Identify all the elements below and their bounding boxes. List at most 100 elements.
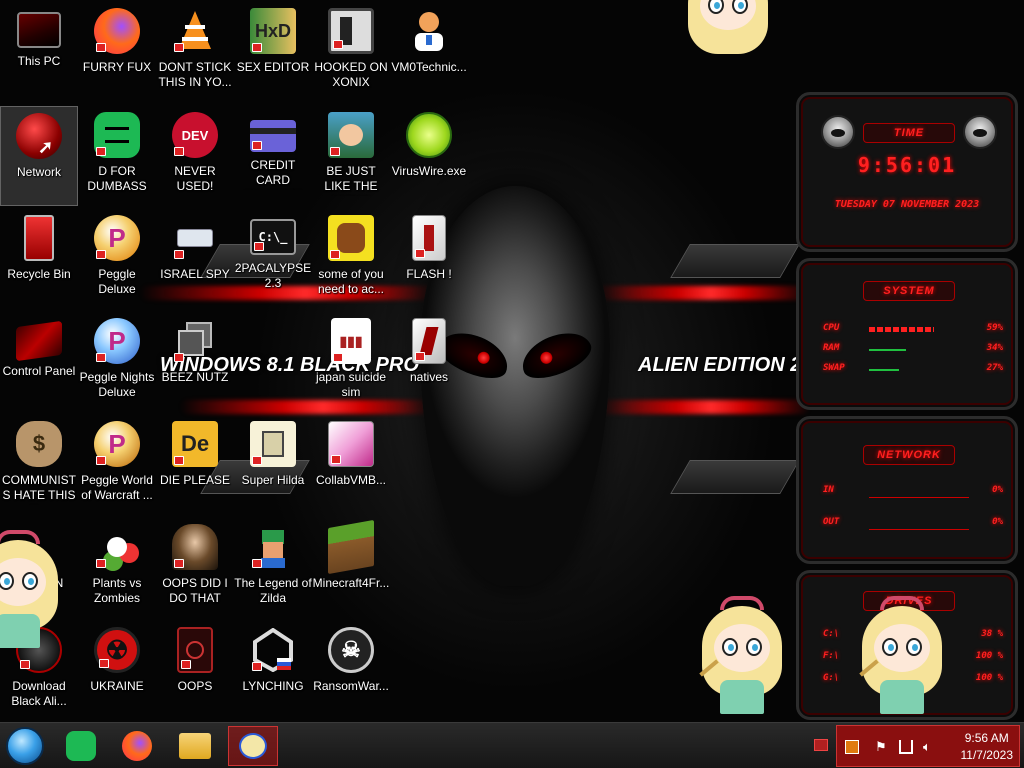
desktop-icon-some-of-you[interactable]: some of you need to ac... (312, 209, 390, 309)
desktop-icon-plants-vs-zombies[interactable]: Plants vs Zombies (78, 518, 156, 618)
desktop-icon-grid: This PC FURRY FUX DONT STICK THIS IN YO.… (0, 0, 470, 722)
desktop-icon-this-pc[interactable]: This PC (0, 2, 78, 102)
drive-c-value: 38 % (981, 629, 1003, 639)
network-gadget-title: NETWORK (863, 445, 955, 465)
desktop-icon-ransomware[interactable]: ☠ RansomWar... (312, 621, 390, 721)
network-status-icon[interactable] (899, 740, 913, 754)
desktop-icon-legend-of-zilda[interactable]: The Legend of Zilda (234, 518, 312, 618)
start-orb-icon[interactable] (6, 727, 44, 765)
desktop-icon-label: OOPS DID I DO THAT (162, 576, 228, 605)
desktop-icon-label: VirusWire.exe (391, 164, 467, 178)
peggle-icon: P (94, 215, 140, 261)
green-chat-icon (66, 731, 96, 761)
desktop-icon-control-panel[interactable]: Control Panel (0, 312, 78, 412)
desktop-icon-flash[interactable]: FLASH ! (390, 209, 468, 309)
desktop-icon-label: VM0Technic... (391, 60, 467, 74)
swap-stat-row: SWAP 27% (823, 363, 1003, 377)
desktop-icon-d-for-dumbass[interactable]: D FOR DUMBASS (78, 106, 156, 206)
monitor-icon (17, 12, 61, 48)
desktop-icon-label: Super Hilda (241, 473, 305, 487)
desktop-icon-be-just-like-the-dude[interactable]: BE JUST LIKE THE DUDE! (312, 106, 390, 206)
desktop-icon-peggle-deluxe[interactable]: P Peggle Deluxe (78, 209, 156, 309)
cpu-stat-row: CPU 59% (823, 323, 1003, 337)
desktop-icon-hooked-on-xonix[interactable]: HOOKED ON XONIX (312, 2, 390, 102)
desktop-icon-label: natives (409, 370, 449, 384)
desktop-icon-label: japan suicide sim (315, 370, 387, 399)
desktop-icon-label: Peggle Nights Deluxe (79, 370, 155, 399)
desktop-icon-label: Recycle Bin (7, 267, 71, 281)
desktop-icon-label: Download Black Ali... (11, 679, 67, 708)
desktop-icon-2pacalypse[interactable]: C:\_ 2PACALYPSE 2.3 (234, 209, 312, 309)
desktop-icon-beez-nutz[interactable]: BEEZ NUTZ (156, 312, 234, 412)
desktop-icon-oops[interactable]: OOPS (156, 621, 234, 721)
desktop-icon-lynching[interactable]: LYNCHING (234, 621, 312, 721)
star-girl-sticker-top (680, 0, 776, 74)
dev-cpp-icon: DEV (172, 112, 218, 158)
swap-value: 27% (986, 363, 1003, 373)
taskbar-chat-bubble-button[interactable] (228, 726, 278, 766)
show-hidden-icons-button[interactable] (814, 739, 828, 751)
firefox-icon (122, 731, 152, 761)
desktop-icon-oops-did-i[interactable]: OOPS DID I DO THAT (156, 518, 234, 618)
bottles-icon: ▮▮▮ (331, 318, 371, 364)
taskbar-file-explorer-button[interactable] (170, 726, 220, 766)
desktop-icon-never-used[interactable]: DEV NEVER USED! (156, 106, 234, 206)
taskbar-clock[interactable]: 9:56 AM 11/7/2023 (961, 730, 1014, 764)
desktop-icon-peggle-nights[interactable]: P Peggle Nights Deluxe (78, 312, 156, 412)
network-globe-icon: ➚ (16, 113, 62, 159)
desktop-icon-label: Peggle Deluxe (98, 267, 136, 296)
desktop-icon-label: UKRAINE (90, 679, 144, 693)
desktop-icon-natives[interactable]: natives (390, 312, 468, 412)
oops-laptop-icon (177, 627, 213, 673)
desktop-icon-die-please[interactable]: De DIE PLEASE (156, 415, 234, 515)
desktop-icon-furry-fux[interactable]: FURRY FUX (78, 2, 156, 102)
network-gadget[interactable]: NETWORK IN 0% OUT 0% (796, 416, 1018, 564)
system-gadget[interactable]: SYSTEM CPU 59% RAM 34% SWAP 27% (796, 258, 1018, 410)
lynching-icon (250, 627, 296, 673)
desktop-icon-minecraft[interactable]: Minecraft4Fr... (312, 518, 390, 618)
desktop-icon-label: Plants vs Zombies (92, 576, 142, 605)
drive-g-value: 100 % (975, 673, 1003, 683)
desktop-icon-peggle-wow[interactable]: P Peggle World of Warcraft ... (78, 415, 156, 515)
time-gadget[interactable]: TIME 9:56:01 TUESDAY 07 NOVEMBER 2023 (796, 92, 1018, 252)
volume-icon[interactable]: 🔈︎ (923, 740, 937, 754)
desktop-icon-dont-stick[interactable]: DONT STICK THIS IN YO... (156, 2, 234, 102)
drive-f-value: 100 % (975, 651, 1003, 661)
taskbar-firefox-button[interactable] (112, 726, 162, 766)
firefox-icon (94, 8, 140, 54)
tray-app-icon[interactable] (845, 740, 859, 754)
clock-date: 11/7/2023 (960, 748, 1014, 762)
wallpaper-right-text: ALIEN EDITION 20 (638, 354, 813, 376)
system-tray: ⚑ 🔈︎ 9:56 AM 11/7/2023 (836, 725, 1020, 767)
taskbar-chat-app-button[interactable] (56, 726, 106, 766)
desktop-icon-israel-spy[interactable]: ISRAEL SPY (156, 209, 234, 309)
portrait-icon (172, 524, 218, 570)
desktop-icon-communists[interactable]: $ COMMUNISTS HATE THIS G... (0, 415, 78, 515)
desktop-icon-label: COMMUNISTS HATE THIS G... (2, 473, 76, 505)
desktop-icon-ukraine[interactable]: ☢ UKRAINE (78, 621, 156, 721)
desktop-icon-vm0technic[interactable]: VM0Technic... (390, 2, 468, 102)
desktop-icon-sex-editor[interactable]: HxD SEX EDITOR (234, 2, 312, 102)
swap-label: SWAP (823, 363, 845, 373)
desktop-icon-credit-card-checker[interactable]: CREDIT CARD CHECKER (234, 106, 312, 206)
clock-time: 9:56 AM (964, 731, 1009, 745)
desktop-icon-label: NEVER USED! (174, 164, 216, 193)
desktop-icon-network[interactable]: ➚ Network (0, 106, 78, 206)
desktop-icon-super-hilda[interactable]: Super Hilda (234, 415, 312, 515)
desktop-icon-recycle-bin[interactable]: Recycle Bin (0, 209, 78, 309)
gadget-time-readout: 9:56:01 (857, 153, 957, 177)
desktop-icon-japan-suicide-sim[interactable]: ▮▮▮ japan suicide sim (312, 312, 390, 412)
cpu-label: CPU (823, 323, 840, 333)
desktop-icon-viruswire[interactable]: VirusWire.exe (390, 106, 468, 206)
control-panel-icon (16, 320, 62, 362)
network-in-label: IN (823, 485, 834, 495)
desktop-icon-collabvm[interactable]: CollabVMB... (312, 415, 390, 515)
desktop-icon-label: This PC (17, 54, 61, 68)
desktop-icon-label: Control Panel (2, 364, 76, 378)
ram-label: RAM (823, 343, 840, 353)
desktop-icon-label: some of you need to ac... (317, 267, 385, 296)
action-center-flag-icon[interactable]: ⚑ (875, 740, 889, 754)
alien-eye-right (515, 323, 597, 387)
alien-badge-icon (821, 115, 855, 149)
desktop-icon-label: FURRY FUX (82, 60, 152, 74)
